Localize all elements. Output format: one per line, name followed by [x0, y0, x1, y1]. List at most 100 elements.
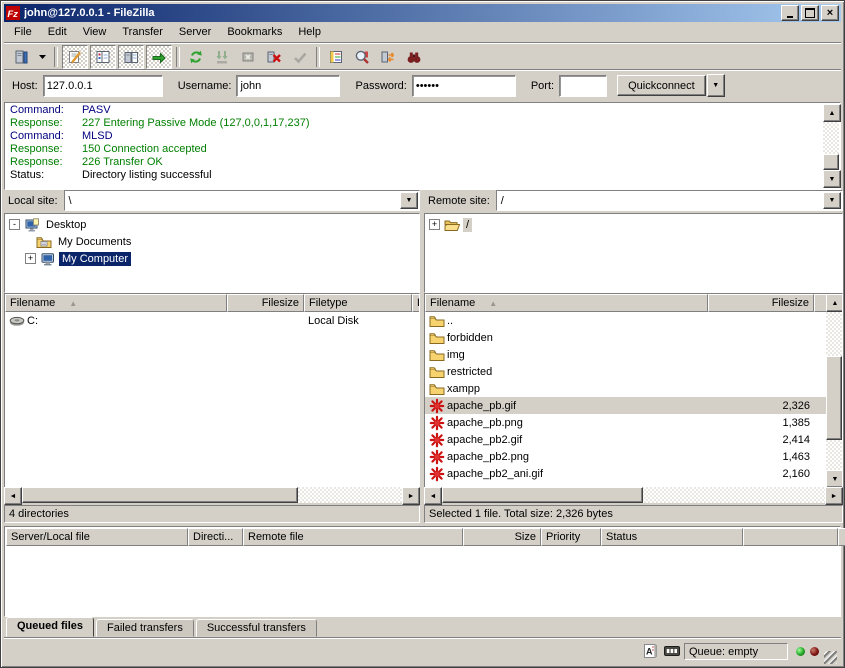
- file-cell-text: Local Disk: [308, 315, 359, 327]
- file-row-apache-pb2-png[interactable]: apache_pb2.png1,463: [425, 448, 826, 465]
- menu-server[interactable]: Server: [171, 24, 219, 40]
- column-header-server-local-file[interactable]: Server/Local file: [6, 528, 188, 546]
- column-header-directi-[interactable]: Directi...: [188, 528, 243, 546]
- file-row-forbidden[interactable]: forbidden: [425, 329, 826, 346]
- menu-transfer[interactable]: Transfer: [114, 24, 171, 40]
- local-site-combobox[interactable]: \ ▼: [64, 190, 420, 211]
- column-header-filetype[interactable]: Filetype: [304, 294, 412, 312]
- menu-bookmarks[interactable]: Bookmarks: [219, 24, 290, 40]
- chevron-down-icon[interactable]: ▼: [823, 192, 841, 209]
- local-horizontal-scrollbar[interactable]: ◄ ►: [4, 487, 420, 503]
- toggle-remote-tree-view-button[interactable]: [118, 45, 144, 69]
- tab-queued-files[interactable]: Queued files: [6, 617, 94, 637]
- remote-hscroll-thumb[interactable]: [442, 487, 643, 503]
- disconnect-button[interactable]: [262, 46, 286, 68]
- column-header-filesize[interactable]: Filesize: [708, 294, 814, 312]
- minimize-button[interactable]: [781, 5, 799, 21]
- column-header-status[interactable]: Status: [601, 528, 743, 546]
- scroll-left-icon[interactable]: ◄: [424, 487, 442, 505]
- tree-item-desktop[interactable]: -Desktop: [5, 216, 419, 233]
- log-scroll-thumb[interactable]: [823, 154, 839, 170]
- scroll-right-icon[interactable]: ►: [825, 487, 843, 505]
- synchronized-browsing-button[interactable]: [376, 46, 400, 68]
- file-cell: xampp: [425, 381, 708, 397]
- host-input[interactable]: [43, 75, 163, 97]
- column-header-remote-file[interactable]: Remote file: [243, 528, 463, 546]
- file-row-c-[interactable]: C:Local Disk: [5, 312, 419, 329]
- close-button[interactable]: ×: [821, 5, 839, 21]
- toggle-queue-view-button[interactable]: [146, 45, 172, 69]
- cancel-operation-button: [236, 46, 260, 68]
- column-header-size[interactable]: Size: [463, 528, 541, 546]
- remote-vscroll-thumb[interactable]: [826, 356, 842, 440]
- find-files-button[interactable]: [402, 46, 426, 68]
- local-hscroll-thumb[interactable]: [22, 487, 298, 503]
- local-file-list: Filename▲Filesize Filetype L C:Local Disk: [4, 293, 420, 489]
- log-vertical-scrollbar[interactable]: ▲ ▼: [823, 104, 839, 188]
- directory-listing-filter-button[interactable]: [324, 46, 348, 68]
- file-row-apache-pb2-gif[interactable]: apache_pb2.gif2,414: [425, 431, 826, 448]
- resize-grip[interactable]: [824, 651, 837, 664]
- column-header-priority[interactable]: Priority: [541, 528, 601, 546]
- menu-edit[interactable]: Edit: [40, 24, 75, 40]
- quickconnect-dropdown-icon[interactable]: ▼: [707, 74, 725, 97]
- menu-view[interactable]: View: [75, 24, 115, 40]
- directory-comparison-button[interactable]: [350, 46, 374, 68]
- password-input[interactable]: [412, 75, 516, 97]
- tab-failed-transfers[interactable]: Failed transfers: [96, 619, 194, 637]
- column-header-l[interactable]: L: [412, 294, 420, 312]
- toggle-log-view-button[interactable]: [62, 45, 88, 69]
- title-bar[interactable]: Fz john@127.0.0.1 - FileZilla ×: [4, 4, 841, 22]
- file-row--[interactable]: ..: [425, 312, 826, 329]
- file-row-apache-pb-gif[interactable]: apache_pb.gif2,326: [425, 397, 826, 414]
- remote-horizontal-scrollbar[interactable]: ◄ ►: [424, 487, 843, 503]
- local-directory-tree: -DesktopMy Documents+My Computer: [4, 213, 420, 293]
- column-header-label: Priority: [546, 531, 580, 543]
- file-row-restricted[interactable]: restricted: [425, 363, 826, 380]
- local-site-value: \: [65, 195, 400, 207]
- file-row-apache-pb-png[interactable]: apache_pb.png1,385: [425, 414, 826, 431]
- tree-item-my-computer[interactable]: +My Computer: [5, 250, 419, 267]
- svg-text:Fz: Fz: [7, 9, 18, 20]
- scroll-right-icon[interactable]: ►: [402, 487, 420, 505]
- tab-successful-transfers[interactable]: Successful transfers: [196, 619, 317, 637]
- file-row-apache-pb2-ani-gif[interactable]: apache_pb2_ani.gif2,160: [425, 465, 826, 482]
- toggle-local-tree-view-button[interactable]: [90, 45, 116, 69]
- tree-item-my-documents[interactable]: My Documents: [5, 233, 419, 250]
- expand-icon[interactable]: +: [429, 219, 440, 230]
- tree-item--[interactable]: +/: [425, 216, 842, 233]
- username-input[interactable]: [236, 75, 340, 97]
- column-header-empty[interactable]: [743, 528, 838, 546]
- quickconnect-button[interactable]: Quickconnect: [617, 75, 706, 96]
- scroll-down-icon[interactable]: ▼: [823, 170, 841, 188]
- column-header-filename[interactable]: Filename▲: [5, 294, 227, 312]
- expand-icon[interactable]: +: [25, 253, 36, 264]
- file-cell: apache_pb2_ani.gif: [425, 466, 708, 482]
- scroll-left-icon[interactable]: ◄: [4, 487, 22, 505]
- file-cell: apache_pb.gif: [425, 398, 708, 414]
- site-manager-button[interactable]: [9, 46, 33, 68]
- collapse-icon[interactable]: -: [9, 219, 20, 230]
- column-header-label: Filesize: [772, 297, 809, 309]
- local-list-header: Filename▲Filesize Filetype L: [5, 294, 419, 312]
- port-input[interactable]: [559, 75, 607, 97]
- file-row-img[interactable]: img: [425, 346, 826, 363]
- site-manager-dropdown-button[interactable]: [35, 46, 50, 68]
- process-queue-button: [210, 46, 234, 68]
- file-row-xampp[interactable]: xampp: [425, 380, 826, 397]
- remote-site-bar: Remote site: / ▼: [424, 190, 843, 211]
- remote-vertical-scrollbar[interactable]: ▲ ▼: [826, 294, 842, 488]
- column-header-filesize[interactable]: Filesize: [227, 294, 304, 312]
- chevron-down-icon[interactable]: ▼: [400, 192, 418, 209]
- column-header-filename[interactable]: Filename▲: [425, 294, 708, 312]
- menu-file[interactable]: File: [6, 24, 40, 40]
- refresh-button[interactable]: [184, 46, 208, 68]
- menu-help[interactable]: Help: [290, 24, 329, 40]
- column-header-label: Filetype: [309, 297, 348, 309]
- remote-site-combobox[interactable]: / ▼: [496, 190, 843, 211]
- maximize-button[interactable]: [801, 5, 819, 21]
- scroll-up-icon[interactable]: ▲: [826, 294, 843, 312]
- scroll-down-icon[interactable]: ▼: [826, 470, 843, 488]
- scroll-up-icon[interactable]: ▲: [823, 104, 841, 122]
- filezilla-logo-icon: Fz: [6, 6, 20, 20]
